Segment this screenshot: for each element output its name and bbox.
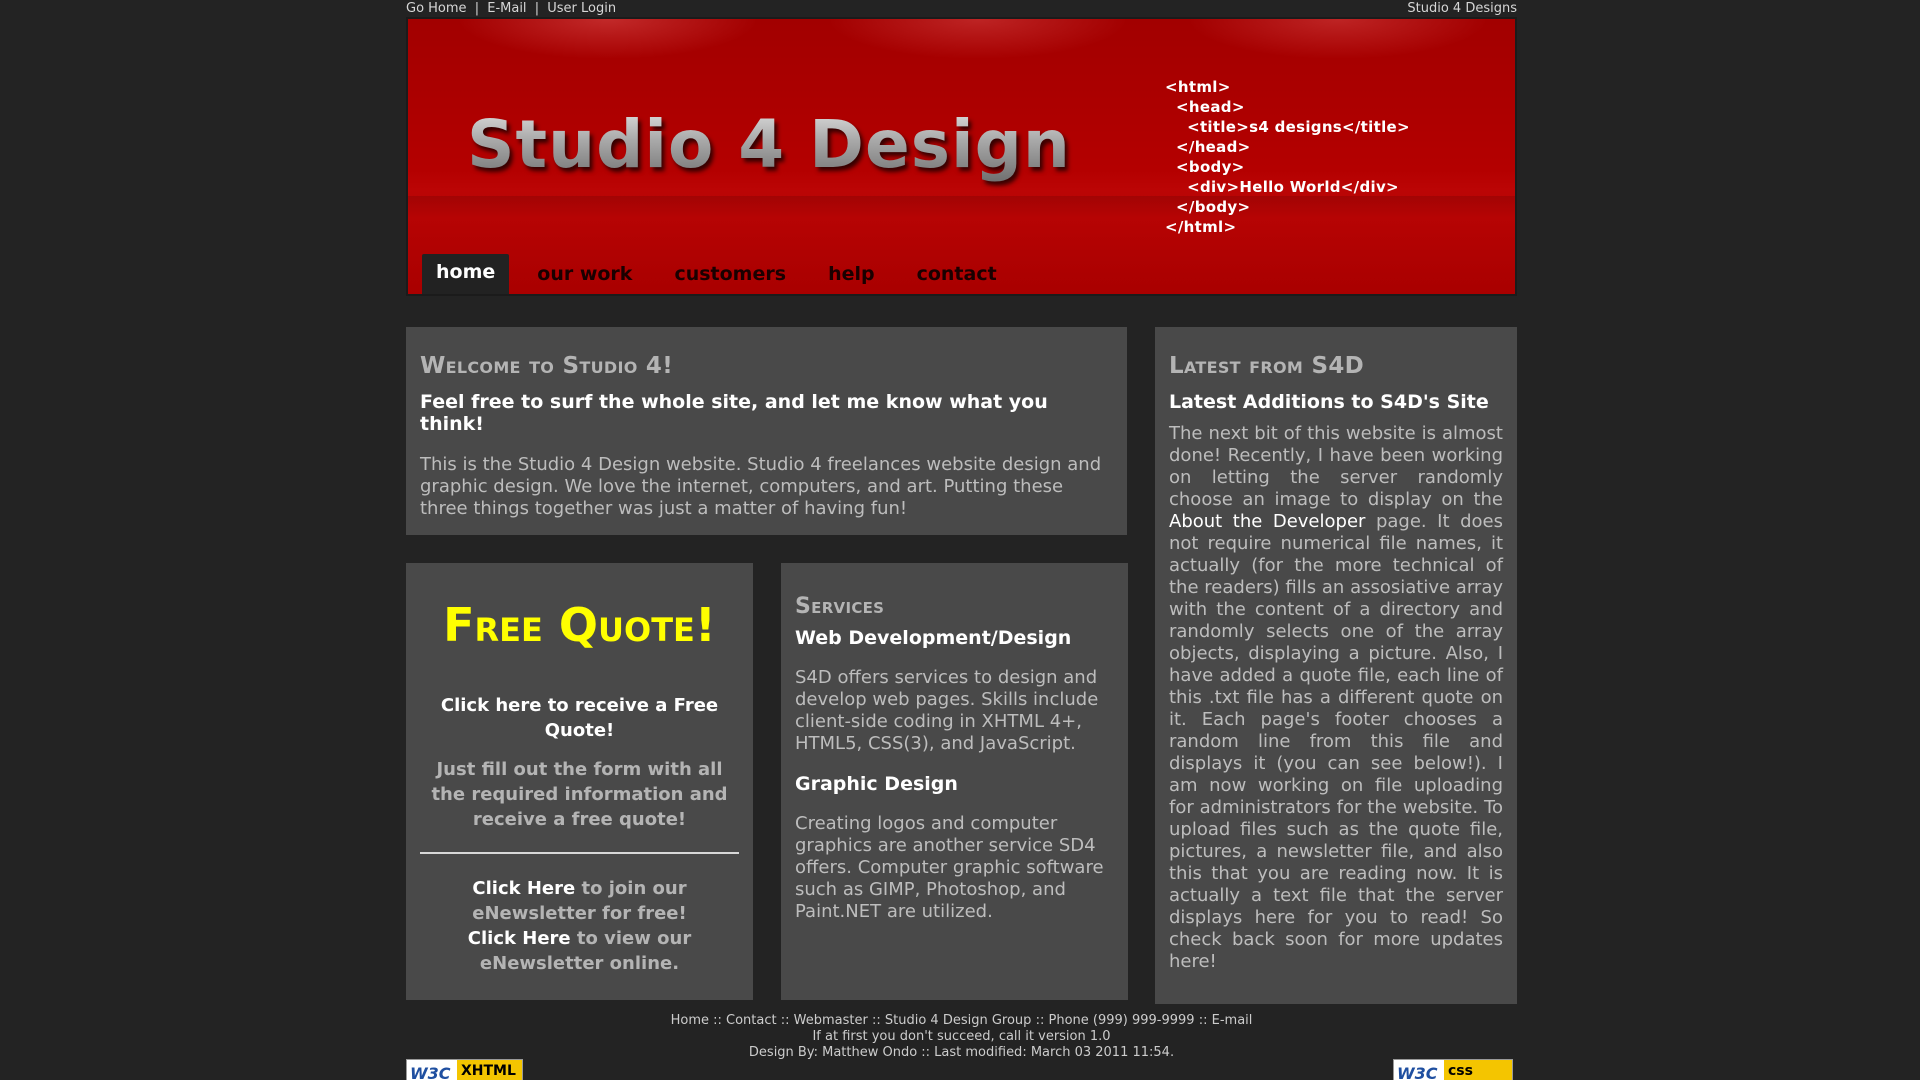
view-newsletter-link[interactable]: Click Here (468, 928, 571, 949)
main-nav: home our work customers help contact (422, 254, 1025, 294)
services-panel: Services Web Development/Design S4D offe… (781, 563, 1128, 1000)
footer-quote: If at first you don't succeed, call it v… (812, 1029, 1111, 1044)
join-newsletter-link[interactable]: Click Here (472, 878, 575, 899)
welcome-panel: Welcome to Studio 4! Feel free to surf t… (406, 327, 1127, 535)
page: Go Home | E-Mail | User Login Studio 4 D… (406, 0, 1517, 1080)
free-quote-title: Free Quote! (443, 598, 716, 652)
footer-company: Studio 4 Design Group (884, 1013, 1032, 1028)
nav-tab-home[interactable]: home (422, 254, 510, 294)
separator: :: (780, 1013, 790, 1028)
footer-email-link[interactable]: E-mail (1212, 1013, 1253, 1028)
about-developer-link[interactable]: About the Developer (1169, 511, 1365, 532)
css-label: css (1444, 1060, 1512, 1080)
separator: :: (1035, 1013, 1045, 1028)
newsletter-links: Click Here to join our eNewsletter for f… (420, 876, 739, 976)
separator: :: (1198, 1013, 1208, 1028)
latest-text: The next bit of this website is almost d… (1169, 423, 1503, 510)
separator: :: (713, 1013, 722, 1028)
latest-subtitle: Latest Additions to S4D's Site (1169, 391, 1489, 413)
web-design-heading: Web Development/Design (795, 627, 1072, 649)
code-line: <head> (1165, 98, 1245, 116)
footer-contact-link[interactable]: Contact (726, 1013, 777, 1028)
top-bar: Go Home | E-Mail | User Login Studio 4 D… (406, 0, 1517, 17)
graphic-design-body: Creating logos and computer graphics are… (795, 813, 1104, 922)
footer-credits: Design By: Matthew Ondo :: Last modified… (748, 1045, 1175, 1060)
xhtml-label: XHTML (457, 1060, 522, 1080)
latest-title: Latest from S4D (1169, 353, 1365, 379)
welcome-body: This is the Studio 4 Design website. Stu… (420, 454, 1102, 519)
nav-tab-contact[interactable]: contact (903, 258, 1011, 294)
welcome-subtitle: Feel free to surf the whole site, and le… (420, 391, 1048, 435)
w3c-css-badge[interactable]: W3C css (1393, 1059, 1513, 1080)
latest-body: The next bit of this website is almost d… (1169, 423, 1503, 973)
code-line: </html> (1165, 218, 1237, 236)
latest-text: page. It does not require numerical file… (1169, 511, 1503, 972)
nav-tab-help[interactable]: help (814, 258, 889, 294)
code-line: <div>Hello World</div> (1165, 178, 1399, 196)
nav-tab-our-work[interactable]: our work (523, 258, 646, 294)
html-code-snippet: <html> <head> <title>s4 designs</title> … (1165, 77, 1410, 237)
header-banner: Studio 4 Design <html> <head> <title>s4 … (406, 17, 1517, 296)
user-login-link[interactable]: User Login (547, 1, 616, 16)
w3c-logo-text: W3C (1397, 1064, 1438, 1080)
code-line: </head> (1165, 138, 1251, 156)
free-quote-panel: Free Quote! Click here to receive a Free… (406, 563, 753, 1000)
code-line: <title>s4 designs</title> (1165, 118, 1410, 136)
divider (420, 852, 739, 854)
nav-tab-customers[interactable]: customers (660, 258, 800, 294)
code-line: <body> (1165, 158, 1245, 176)
graphic-design-heading: Graphic Design (795, 773, 958, 795)
welcome-title: Welcome to Studio 4! (420, 353, 674, 379)
separator: | (534, 1, 540, 16)
site-logo[interactable]: Studio 4 Design (467, 106, 1071, 183)
go-home-link[interactable]: Go Home (406, 1, 467, 16)
footer-webmaster-link[interactable]: Webmaster (794, 1013, 868, 1028)
code-line: <html> (1165, 78, 1231, 96)
top-brand: Studio 4 Designs (1407, 1, 1517, 16)
services-title: Services (795, 594, 885, 619)
free-quote-link[interactable]: Click here to receive a Free Quote! (420, 693, 739, 743)
footer-phone: Phone (999) 999-9999 (1048, 1013, 1195, 1028)
separator: :: (871, 1013, 881, 1028)
w3c-logo-text: W3C (410, 1064, 451, 1080)
top-links: Go Home | E-Mail | User Login (406, 0, 616, 17)
latest-panel: Latest from S4D Latest Additions to S4D'… (1155, 327, 1517, 1004)
email-link[interactable]: E-Mail (487, 1, 526, 16)
footer-home-link[interactable]: Home (671, 1013, 709, 1028)
w3c-xhtml-badge[interactable]: W3C XHTML (406, 1059, 523, 1080)
web-design-body: S4D offers services to design and develo… (795, 667, 1099, 754)
footer-links: Home :: Contact :: Webmaster :: Studio 4… (406, 1013, 1517, 1029)
separator: | (474, 1, 480, 16)
footer: Home :: Contact :: Webmaster :: Studio 4… (406, 1013, 1517, 1061)
free-quote-description: Just fill out the form with all the requ… (431, 759, 728, 830)
code-line: </body> (1165, 198, 1251, 216)
